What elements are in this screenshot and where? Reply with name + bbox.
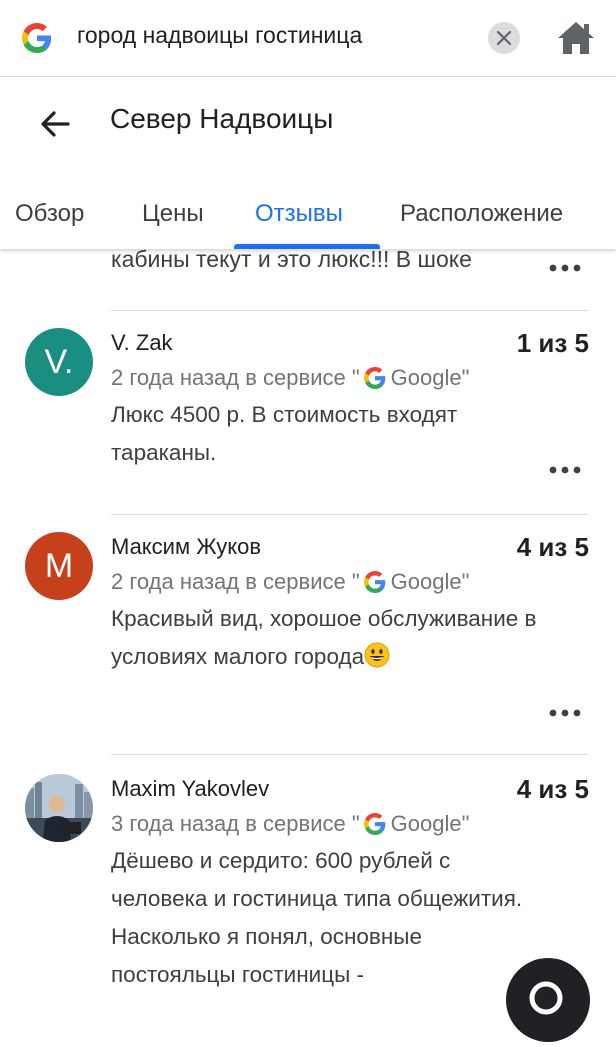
avatar[interactable] [25,774,93,842]
review-text: Люкс 4500 р. В стоимость входят тараканы… [111,402,458,465]
clear-search-button[interactable] [488,22,520,54]
divider [111,310,589,311]
close-icon [496,30,512,46]
rating: 4 из 5 [516,532,589,562]
google-g-icon [363,813,385,835]
tab-overview[interactable]: Обзор [15,200,84,228]
tab-reviews[interactable]: Отзывы [255,200,343,228]
avatar[interactable]: М [25,532,93,600]
profile-photo [25,774,93,842]
review-item: М Максим Жуков 4 из 5 2 года назад в сер… [0,532,616,742]
rating: 4 из 5 [516,774,589,804]
avatar[interactable]: V. [25,328,93,396]
review-source-end: " [461,569,470,594]
search-fab-button[interactable] [506,958,590,1042]
review-meta: 2 года назад в сервисе " Google " [111,569,469,595]
grinning-emoji-icon [364,642,390,668]
page-title: Север Надвоицы [110,103,334,134]
review-source: Google [390,365,462,390]
review-time: 2 года назад в сервисе " [111,365,360,390]
active-tab-indicator [234,244,380,249]
google-g-icon[interactable] [22,23,52,53]
tab-bar: Обзор Цены Отзывы Расположение [0,198,616,249]
hotel-header: Север Надвоицы Обзор Цены Отзывы Располо… [0,77,616,249]
review-meta: 3 года назад в сервисе " Google " [111,811,469,837]
review-time: 2 года назад в сервисе " [111,569,360,594]
divider [111,514,589,515]
arrow-back-icon[interactable] [36,105,74,143]
review-text-content: Красивый вид, хорошое обслуживание в усл… [111,606,537,669]
review-meta: 2 года назад в сервисе " Google " [111,365,469,391]
review-text: Дёшево и сердито: 600 рублей с человека … [111,848,523,987]
tab-prices[interactable]: Цены [142,200,204,228]
more-options-button[interactable] [545,256,585,280]
more-options-button[interactable] [545,458,585,482]
home-icon[interactable] [556,18,596,58]
divider [111,754,589,755]
tab-location[interactable]: Расположение [400,200,563,228]
review-source: Google [390,811,462,836]
more-options-button[interactable] [545,701,585,725]
review-item: V. V. Zak 1 из 5 2 года назад в сервисе … [0,328,616,498]
review-source-end: " [461,365,470,390]
author-name[interactable]: Максим Жуков [111,534,261,560]
google-g-icon [363,571,385,593]
search-icon [529,981,563,1015]
google-g-icon [363,367,385,389]
review-source-end: " [461,811,470,836]
review-text: Красивый вид, хорошое обслуживание в усл… [111,600,541,676]
author-name[interactable]: Maxim Yakovlev [111,776,269,802]
review-time: 3 года назад в сервисе " [111,811,360,836]
search-bar: город надвоицы гостиница [0,0,616,77]
rating: 1 из 5 [516,328,589,358]
review-source: Google [390,569,462,594]
author-name[interactable]: V. Zak [111,330,173,356]
search-input[interactable]: город надвоицы гостиница [77,22,362,49]
